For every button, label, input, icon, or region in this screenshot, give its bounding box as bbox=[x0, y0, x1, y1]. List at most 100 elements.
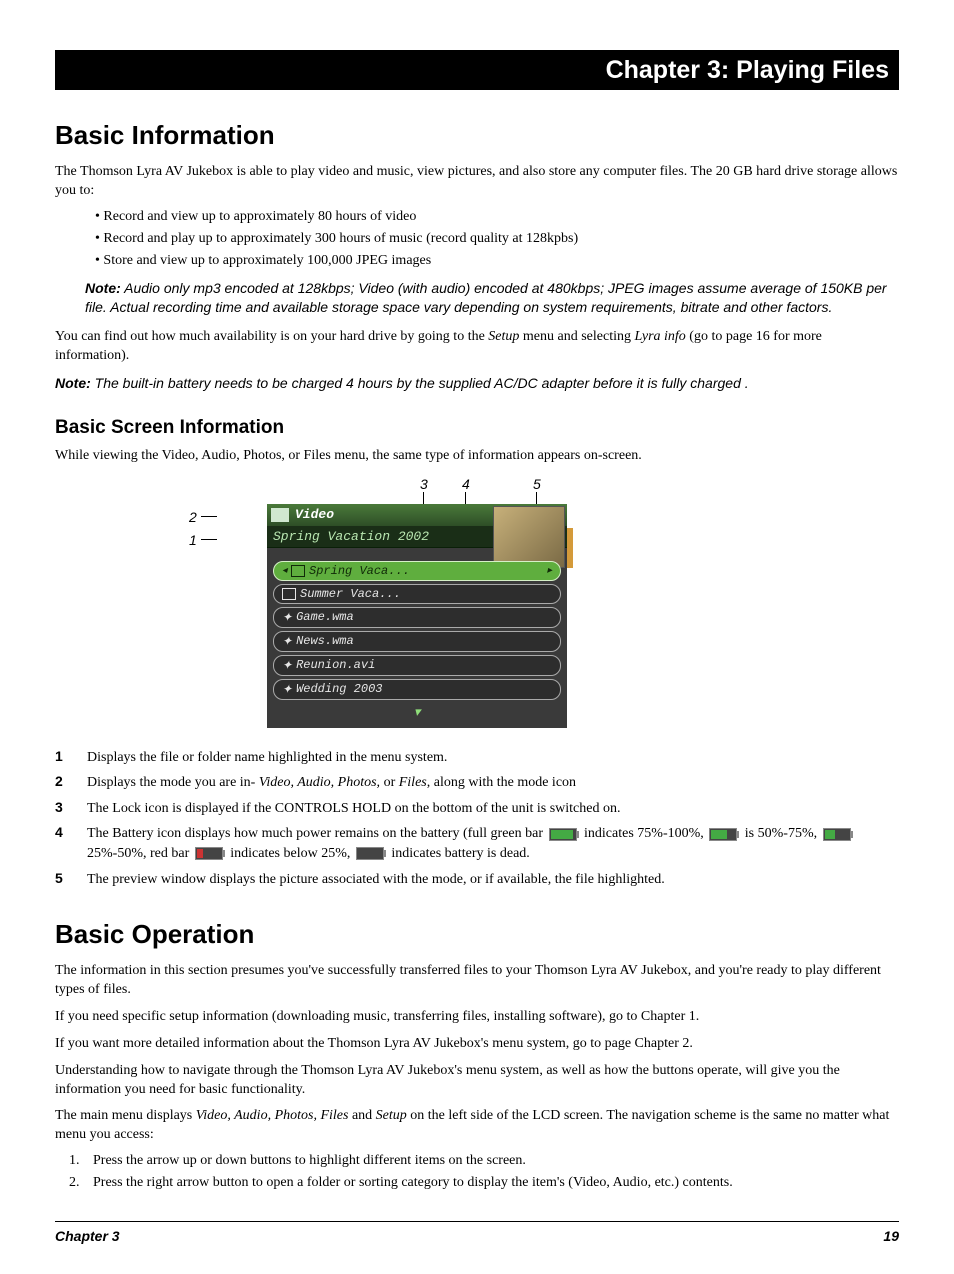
bullet-item: Store and view up to approximately 100,0… bbox=[95, 253, 899, 269]
definition-number: 2 bbox=[55, 773, 69, 789]
definition-row: 4 The Battery icon displays how much pow… bbox=[55, 824, 899, 863]
operation-paragraph: If you want more detailed information ab… bbox=[55, 1035, 899, 1054]
definition-row: 5 The preview window displays the pictur… bbox=[55, 870, 899, 890]
definition-text: The preview window displays the picture … bbox=[87, 870, 899, 890]
heading-basic-operation: Basic Operation bbox=[55, 919, 899, 950]
mode-title: Video bbox=[295, 507, 496, 522]
note-body: Audio only mp3 encoded at 128kbps; Video… bbox=[85, 280, 887, 316]
media-icon: ✦ bbox=[282, 658, 292, 673]
menu-name-setup: Setup bbox=[488, 329, 519, 344]
list-item: ✦ Reunion.avi bbox=[273, 655, 561, 676]
definition-number: 1 bbox=[55, 748, 69, 764]
definition-number: 5 bbox=[55, 870, 69, 886]
callout-definitions: 1 Displays the file or folder name highl… bbox=[55, 748, 899, 890]
media-icon: ✦ bbox=[282, 634, 292, 649]
note-encoding: Note: Audio only mp3 encoded at 128kbps;… bbox=[55, 279, 899, 318]
list-item: ✦ Wedding 2003 bbox=[273, 679, 561, 700]
bullet-item: Record and play up to approximately 300 … bbox=[95, 231, 899, 247]
battery-full-icon bbox=[549, 828, 579, 841]
text: , along with the mode icon bbox=[427, 775, 576, 790]
note-label: Note: bbox=[55, 375, 91, 391]
list-item-label: Game.wma bbox=[296, 610, 354, 624]
text: You can find out how much availability i… bbox=[55, 329, 488, 344]
page-footer: Chapter 3 19 bbox=[55, 1221, 899, 1244]
text: and bbox=[348, 1108, 375, 1123]
folder-icon bbox=[291, 565, 305, 577]
footer-page-number: 19 bbox=[883, 1228, 899, 1244]
right-arrow-icon: ▸ bbox=[547, 565, 552, 577]
definition-text: The Lock icon is displayed if the CONTRO… bbox=[87, 799, 899, 819]
battery-dead-icon bbox=[356, 847, 386, 860]
callout-line bbox=[201, 516, 217, 517]
callout-line bbox=[536, 492, 537, 504]
text: indicates battery is dead. bbox=[391, 846, 529, 861]
operation-paragraph: The information in this section presumes… bbox=[55, 962, 899, 1000]
list-item: ✦ News.wma bbox=[273, 631, 561, 652]
heading-basic-screen-information: Basic Screen Information bbox=[55, 417, 899, 439]
operation-paragraph: Understanding how to navigate through th… bbox=[55, 1062, 899, 1100]
media-icon: ✦ bbox=[282, 682, 292, 697]
callout-line bbox=[423, 492, 424, 504]
battery-75-icon bbox=[709, 828, 739, 841]
text: The Battery icon displays how much power… bbox=[87, 826, 547, 841]
note-battery-charge: Note: The built-in battery needs to be c… bbox=[55, 374, 899, 393]
list-item-label: Wedding 2003 bbox=[296, 682, 382, 696]
definition-number: 3 bbox=[55, 799, 69, 815]
menu-list: Video, Audio, Photos, Files bbox=[196, 1108, 349, 1123]
callout-number-3: 3 bbox=[420, 476, 428, 492]
definition-row: 3 The Lock icon is displayed if the CONT… bbox=[55, 799, 899, 819]
footer-chapter: Chapter 3 bbox=[55, 1228, 120, 1244]
callout-label: 2 bbox=[189, 509, 197, 525]
left-arrow-icon: ◂ bbox=[282, 565, 287, 577]
device-screen: Video Spring Vacation 2002 ◂Spring Vaca.… bbox=[267, 504, 567, 728]
note-body: The built-in battery needs to be charged… bbox=[91, 375, 749, 391]
menu-list: Setup bbox=[376, 1108, 407, 1123]
text: is 50%-75%, bbox=[745, 826, 821, 841]
callout-number-2: 2 bbox=[189, 509, 217, 525]
operation-paragraph: The main menu displays Video, Audio, Pho… bbox=[55, 1107, 899, 1145]
text: or bbox=[380, 775, 399, 790]
list-item-label: Summer Vaca... bbox=[300, 587, 401, 601]
list-item-label: Reunion.avi bbox=[296, 658, 375, 672]
availability-paragraph: You can find out how much availability i… bbox=[55, 328, 899, 366]
navigation-steps: Press the arrow up or down buttons to hi… bbox=[55, 1153, 899, 1191]
video-mode-icon bbox=[271, 508, 289, 522]
list-item: Summer Vaca... bbox=[273, 584, 561, 604]
capability-bullets: Record and view up to approximately 80 h… bbox=[55, 209, 899, 269]
callout-number-4: 4 bbox=[462, 476, 470, 492]
screen-intro-paragraph: While viewing the Video, Audio, Photos, … bbox=[55, 447, 899, 466]
side-tab bbox=[567, 528, 573, 568]
note-label: Note: bbox=[85, 280, 121, 296]
preview-thumbnail bbox=[493, 506, 565, 568]
folder-icon bbox=[282, 588, 296, 600]
definition-number: 4 bbox=[55, 824, 69, 840]
step-item: Press the right arrow button to open a f… bbox=[83, 1175, 899, 1191]
media-icon: ✦ bbox=[282, 610, 292, 625]
mode-list: Video, Audio, Photos, bbox=[259, 775, 380, 790]
list-item-label: News.wma bbox=[296, 634, 354, 648]
battery-low-icon bbox=[195, 847, 225, 860]
definition-row: 2 Displays the mode you are in- Video, A… bbox=[55, 773, 899, 793]
list-item-label: Spring Vaca... bbox=[309, 564, 410, 578]
list-item: ✦ Game.wma bbox=[273, 607, 561, 628]
bullet-item: Record and view up to approximately 80 h… bbox=[95, 209, 899, 225]
screen-figure: 3 4 5 2 1 Video bbox=[227, 476, 727, 728]
callout-number-1: 1 bbox=[189, 532, 217, 548]
callout-number-5: 5 bbox=[533, 476, 541, 492]
definition-row: 1 Displays the file or folder name highl… bbox=[55, 748, 899, 768]
battery-50-icon bbox=[823, 828, 853, 841]
scroll-down-icon: ▾ bbox=[273, 703, 561, 722]
step-item: Press the arrow up or down buttons to hi… bbox=[83, 1153, 899, 1169]
callout-label: 1 bbox=[189, 532, 197, 548]
definition-text: Displays the mode you are in- Video, Aud… bbox=[87, 773, 899, 793]
callout-line bbox=[465, 492, 466, 504]
menu-name-lyra-info: Lyra info bbox=[634, 329, 685, 344]
definition-text: Displays the file or folder name highlig… bbox=[87, 748, 899, 768]
text: indicates below 25%, bbox=[230, 846, 354, 861]
text: indicates 75%-100%, bbox=[584, 826, 707, 841]
mode-list: Files bbox=[399, 775, 427, 790]
text: 25%-50%, red bar bbox=[87, 846, 193, 861]
list-item: ◂ Spring Vaca... ▸ bbox=[273, 561, 561, 581]
file-list: ◂ Spring Vaca... ▸ Summer Vaca... ✦ Game.wm… bbox=[267, 548, 567, 728]
chapter-banner: Chapter 3: Playing Files bbox=[55, 50, 899, 90]
